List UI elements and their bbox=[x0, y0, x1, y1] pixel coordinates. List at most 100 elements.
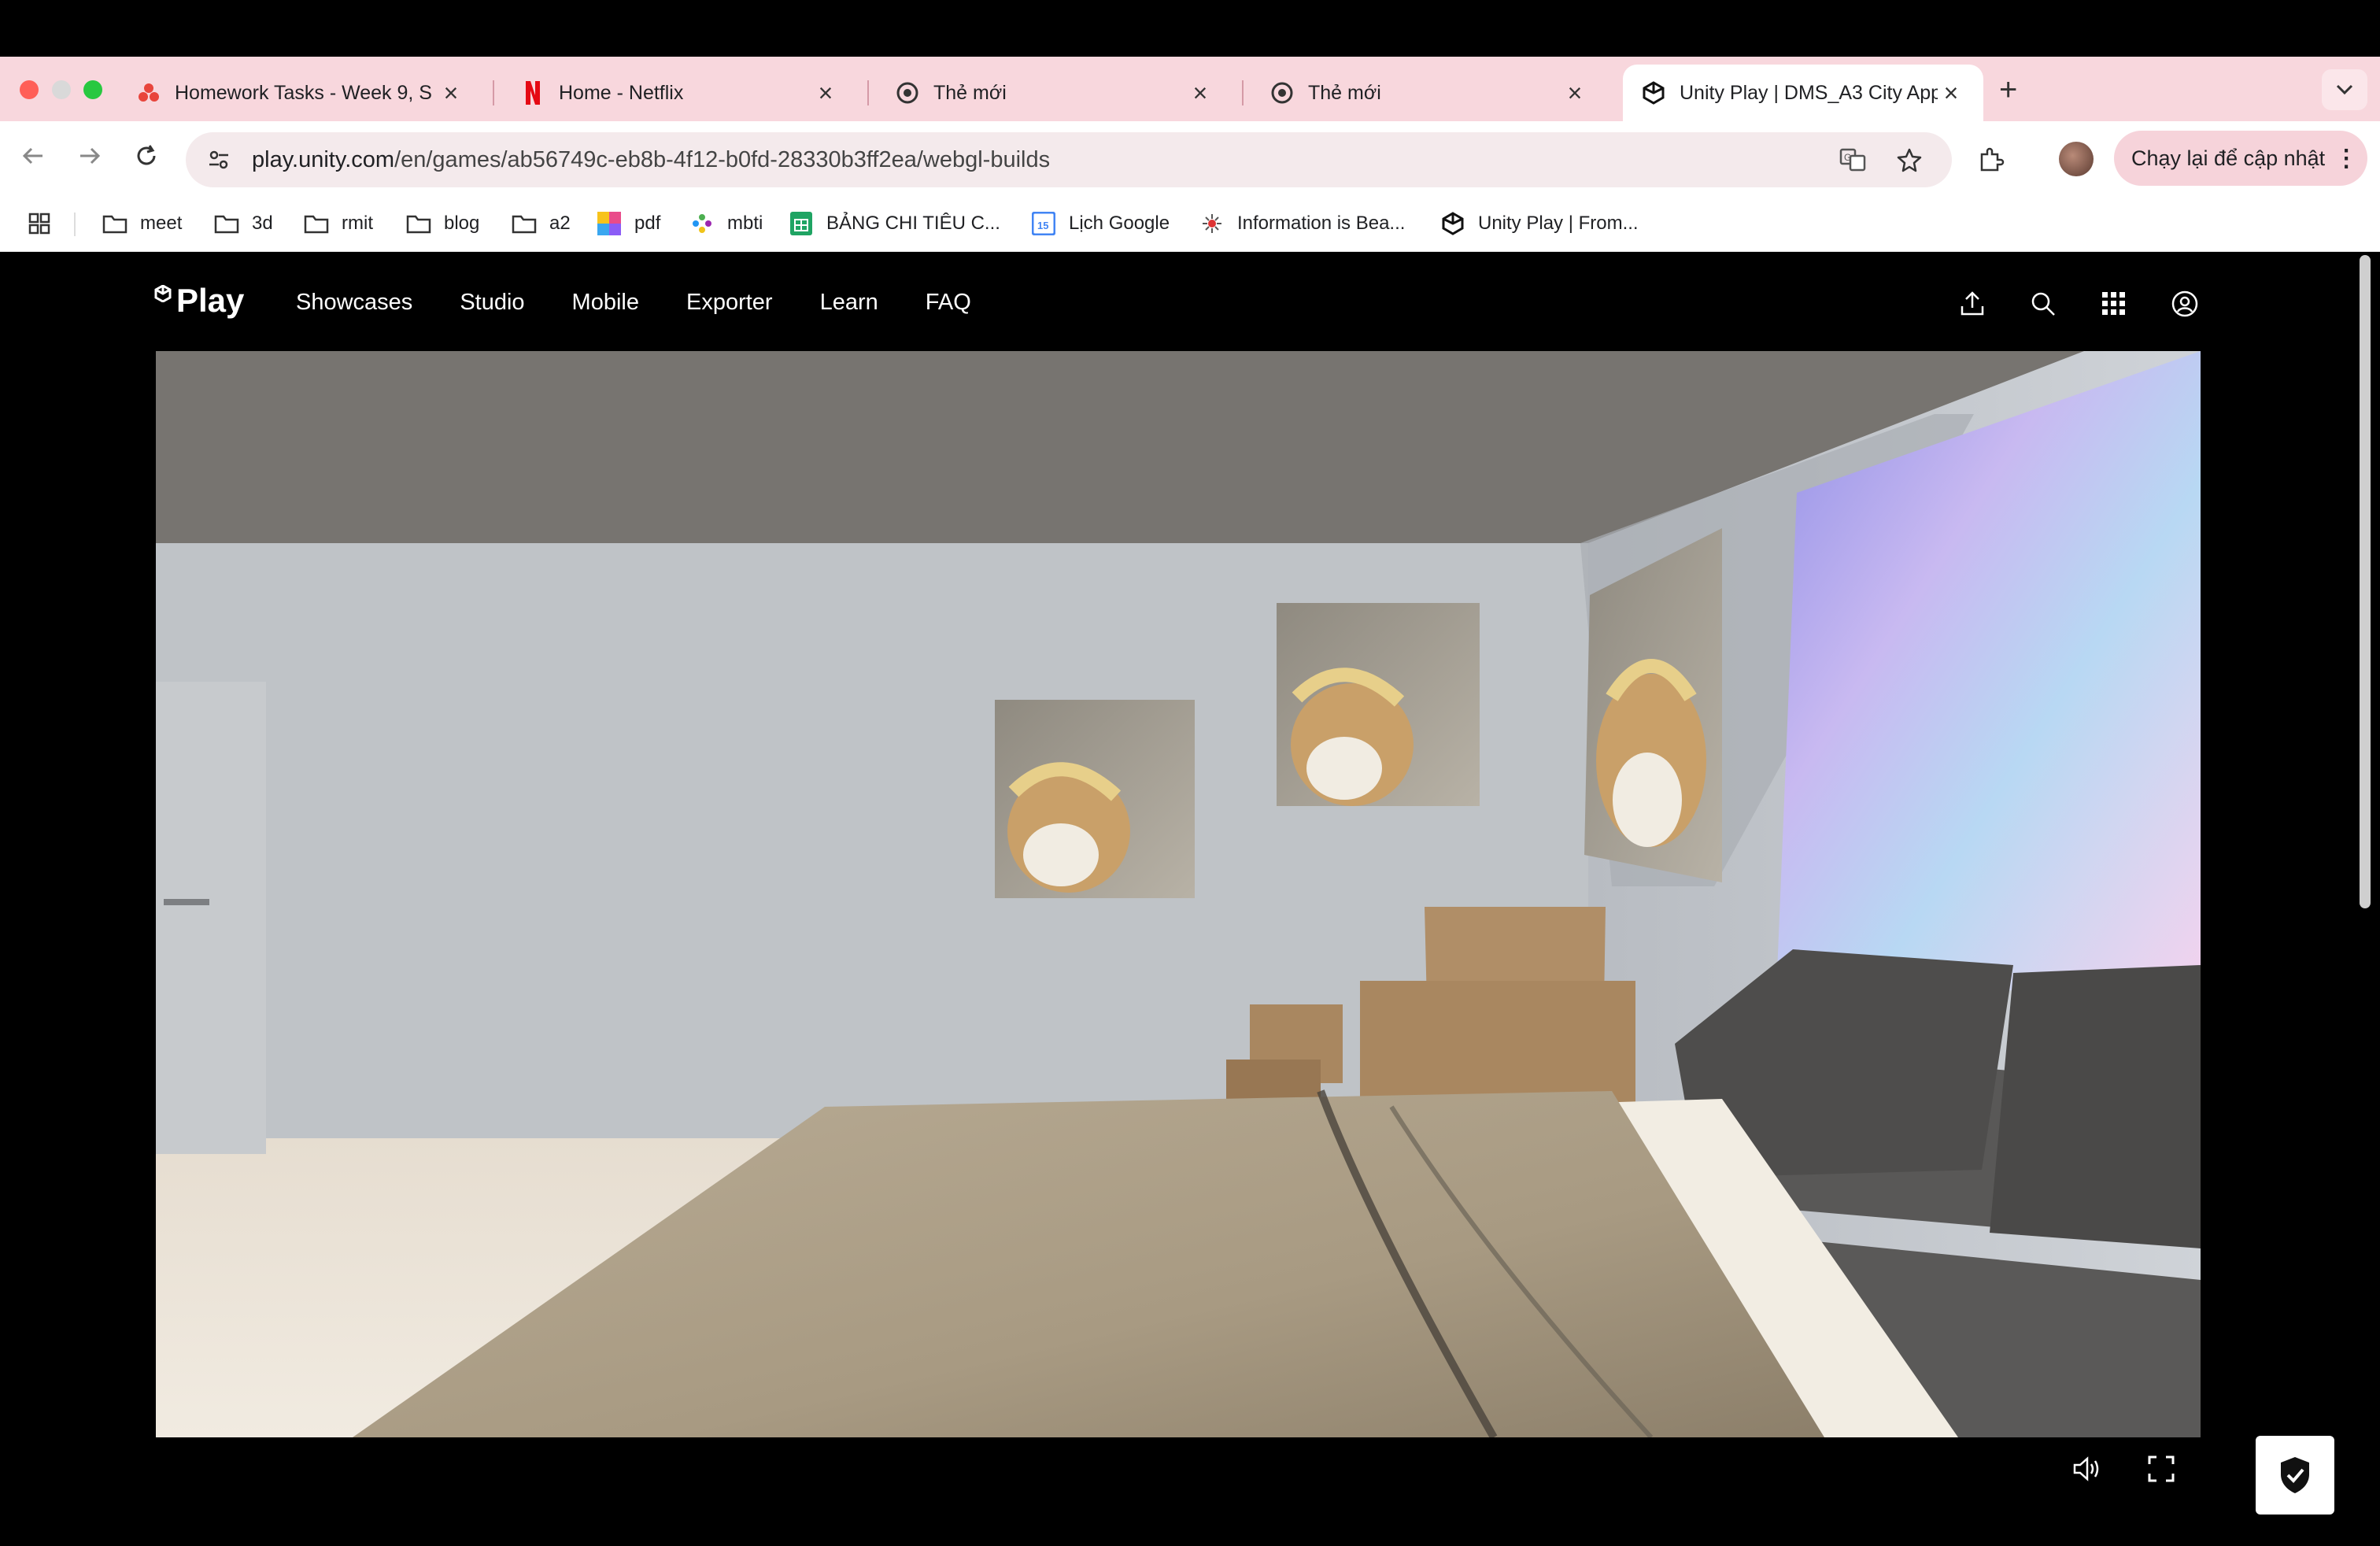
unity-play-logo[interactable]: Play bbox=[154, 282, 244, 320]
nav-mobile[interactable]: Mobile bbox=[572, 290, 639, 316]
bookmark-unity-play[interactable]: Unity Play | From... bbox=[1440, 211, 1639, 236]
bookmark-meet[interactable]: meet bbox=[102, 211, 182, 236]
tab-homework[interactable]: Homework Tasks - Week 9, S × bbox=[118, 65, 483, 121]
arrow-left-icon bbox=[22, 147, 42, 165]
bookmark-label: pdf bbox=[634, 213, 661, 234]
os-menu-strip bbox=[0, 0, 2380, 57]
close-tab-icon[interactable]: × bbox=[812, 79, 839, 108]
tab-netflix[interactable]: Home - Netflix × bbox=[502, 65, 858, 121]
folder-icon bbox=[102, 211, 128, 236]
shield-check-icon bbox=[2281, 1457, 2309, 1493]
bookmarks-bar: meet 3d rmit blog a2 pdf mbti BẢNG CHI T… bbox=[0, 197, 2380, 252]
translate-icon[interactable]: G bbox=[1837, 144, 1868, 176]
bookmark-label: blog bbox=[444, 213, 480, 234]
folder-icon bbox=[512, 211, 537, 236]
tab-separator bbox=[867, 80, 869, 105]
maximize-window-button[interactable] bbox=[83, 80, 102, 99]
chevron-down-icon bbox=[2336, 84, 2353, 95]
calendar-icon: 15 bbox=[1031, 211, 1056, 236]
back-button[interactable] bbox=[20, 143, 46, 176]
apps-grid-icon bbox=[27, 211, 52, 236]
tab-strip: Homework Tasks - Week 9, S × Home - Netf… bbox=[0, 57, 2380, 121]
tab-separator bbox=[493, 80, 494, 105]
mbti-icon bbox=[689, 211, 715, 236]
browser-toolbar: play.unity.com/en/games/ab56749c-eb8b-4f… bbox=[0, 121, 2380, 197]
tab-label: Thẻ mới bbox=[933, 81, 1007, 104]
tab-label: Homework Tasks - Week 9, S bbox=[175, 81, 432, 104]
search-icon[interactable] bbox=[2027, 288, 2059, 320]
minimize-window-button[interactable] bbox=[52, 80, 71, 99]
close-window-button[interactable] bbox=[20, 80, 39, 99]
nav-learn[interactable]: Learn bbox=[820, 290, 878, 316]
apps-grid-button[interactable] bbox=[27, 211, 65, 236]
bookmark-label: Lịch Google bbox=[1069, 213, 1170, 234]
url-path: /en/games/ab56749c-eb8b-4f12-b0fd-28330b… bbox=[394, 146, 1051, 172]
bookmark-label: Information is Bea... bbox=[1237, 213, 1406, 234]
close-tab-icon[interactable]: × bbox=[1561, 79, 1588, 108]
tab-label: Unity Play | DMS_A3 City App bbox=[1680, 81, 1938, 104]
bookmark-label: mbti bbox=[727, 213, 763, 234]
reload-button[interactable] bbox=[134, 143, 159, 176]
bookmark-pdf[interactable]: pdf bbox=[597, 211, 660, 236]
nav-showcases[interactable]: Showcases bbox=[296, 290, 412, 316]
new-tab-button[interactable]: + bbox=[1999, 74, 2017, 105]
volume-icon[interactable] bbox=[2070, 1452, 2105, 1486]
close-tab-icon[interactable]: × bbox=[1938, 79, 1964, 108]
nav-faq[interactable]: FAQ bbox=[926, 290, 971, 316]
bookmark-a2[interactable]: a2 bbox=[512, 211, 571, 236]
more-vert-icon: ⋮ bbox=[2334, 145, 2359, 172]
folder-icon bbox=[406, 211, 431, 236]
tab-label: Thẻ mới bbox=[1308, 81, 1381, 104]
tab-search-button[interactable] bbox=[2322, 69, 2367, 110]
unity-icon bbox=[1642, 81, 1665, 105]
bookmark-3d[interactable]: 3d bbox=[214, 211, 273, 236]
bedroom-scene bbox=[156, 351, 2201, 1437]
upload-icon[interactable] bbox=[1957, 288, 1988, 320]
bookmark-blog[interactable]: blog bbox=[406, 211, 479, 236]
bookmark-label: meet bbox=[140, 213, 183, 234]
tab-new-2[interactable]: Thẻ mới × bbox=[1251, 65, 1607, 121]
close-tab-icon[interactable]: × bbox=[438, 79, 464, 108]
bookmark-mbti[interactable]: mbti bbox=[689, 211, 763, 236]
unity-icon bbox=[1440, 211, 1465, 236]
apps-grid-icon[interactable] bbox=[2098, 288, 2130, 320]
reload-icon bbox=[137, 145, 156, 165]
address-bar[interactable]: play.unity.com/en/games/ab56749c-eb8b-4f… bbox=[186, 132, 1952, 187]
color-grid-icon bbox=[597, 211, 622, 236]
bookmark-sheet[interactable]: BẢNG CHI TIÊU C... bbox=[789, 211, 1000, 236]
bookmark-calendar[interactable]: 15 Lịch Google bbox=[1031, 211, 1170, 236]
profile-avatar[interactable] bbox=[2059, 142, 2094, 176]
tab-separator bbox=[1242, 80, 1244, 105]
folder-icon bbox=[214, 211, 239, 236]
bookmark-star-icon[interactable] bbox=[1894, 144, 1925, 176]
svg-text:15: 15 bbox=[1037, 220, 1048, 231]
forward-button[interactable] bbox=[77, 143, 102, 176]
tab-new-1[interactable]: Thẻ mới × bbox=[877, 65, 1232, 121]
bookmarks-separator bbox=[74, 213, 76, 236]
nav-studio[interactable]: Studio bbox=[460, 290, 524, 316]
unity-cube-icon bbox=[154, 285, 172, 302]
bookmark-label: Unity Play | From... bbox=[1478, 213, 1639, 234]
relaunch-update-button[interactable]: Chạy lại để cập nhật ⋮ bbox=[2114, 131, 2367, 186]
bookmark-info-beautiful[interactable]: Information is Bea... bbox=[1199, 211, 1405, 236]
arrow-right-icon bbox=[80, 147, 101, 165]
extensions-puzzle-icon[interactable] bbox=[1974, 142, 2009, 176]
tab-unity-play[interactable]: Unity Play | DMS_A3 City App × bbox=[1623, 65, 1983, 121]
fullscreen-icon[interactable] bbox=[2144, 1452, 2179, 1486]
webgl-game-canvas[interactable] bbox=[156, 351, 2201, 1437]
page-scrollbar[interactable] bbox=[2360, 255, 2371, 908]
update-label: Chạy lại để cập nhật bbox=[2131, 146, 2326, 170]
bookmark-label: 3d bbox=[252, 213, 273, 234]
tab-label: Home - Netflix bbox=[559, 81, 684, 104]
privacy-shield-button[interactable] bbox=[2256, 1436, 2334, 1515]
site-nav: Showcases Studio Mobile Exporter Learn F… bbox=[296, 290, 1018, 316]
close-tab-icon[interactable]: × bbox=[1187, 79, 1214, 108]
url-host: play.unity.com bbox=[252, 146, 395, 172]
info-beautiful-icon bbox=[1199, 211, 1225, 236]
user-account-icon[interactable] bbox=[2169, 288, 2201, 320]
site-settings-icon[interactable] bbox=[203, 144, 235, 176]
nav-exporter[interactable]: Exporter bbox=[686, 290, 773, 316]
bookmark-label: BẢNG CHI TIÊU C... bbox=[826, 213, 1000, 234]
bookmark-rmit[interactable]: rmit bbox=[304, 211, 373, 236]
logo-text: Play bbox=[176, 282, 245, 319]
